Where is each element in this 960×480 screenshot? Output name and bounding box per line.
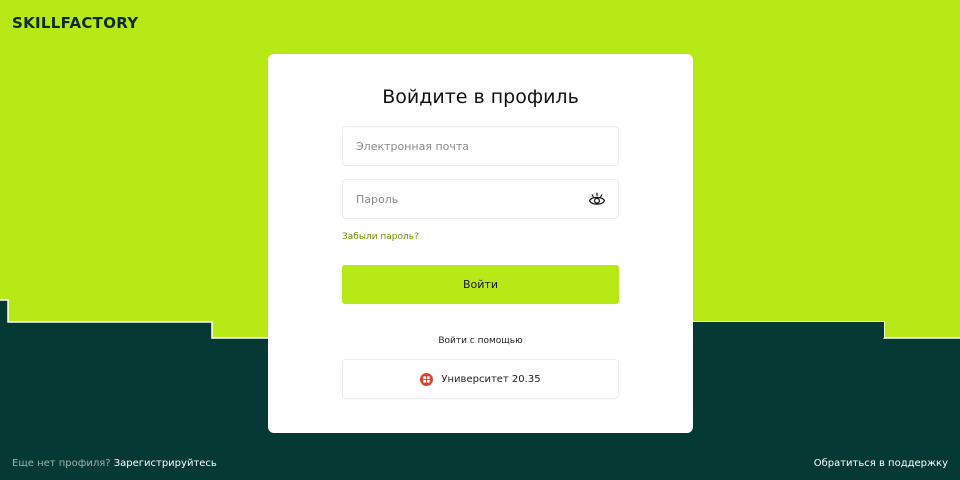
forgot-password-link[interactable]: Забыли пароль? [342,232,419,242]
login-button[interactable]: Войти [342,265,619,304]
password-field-wrapper [342,179,619,219]
skillfactory-logo[interactable]: SKILLFACTORY [12,14,138,32]
register-link[interactable]: Зарегистрируйтесь [114,458,217,469]
university-2035-login-button[interactable]: Университет 20.35 [342,359,619,399]
alt-login-label: Войти с помощью [438,336,523,346]
university-2035-label: Университет 20.35 [441,373,541,385]
email-field[interactable] [343,127,618,165]
email-field-wrapper [342,126,619,166]
eye-icon[interactable] [588,191,606,209]
login-card: Войдите в профиль Забыли пароль? Войти В… [268,54,693,433]
password-field[interactable] [343,180,618,218]
university-2035-icon [420,372,434,386]
support-link[interactable]: Обратиться в поддержку [814,458,948,469]
no-profile-text: Еще нет профиля? [12,458,111,469]
footer-register: Еще нет профиля? Зарегистрируйтесь [12,458,217,469]
page-title: Войдите в профиль [382,86,579,108]
